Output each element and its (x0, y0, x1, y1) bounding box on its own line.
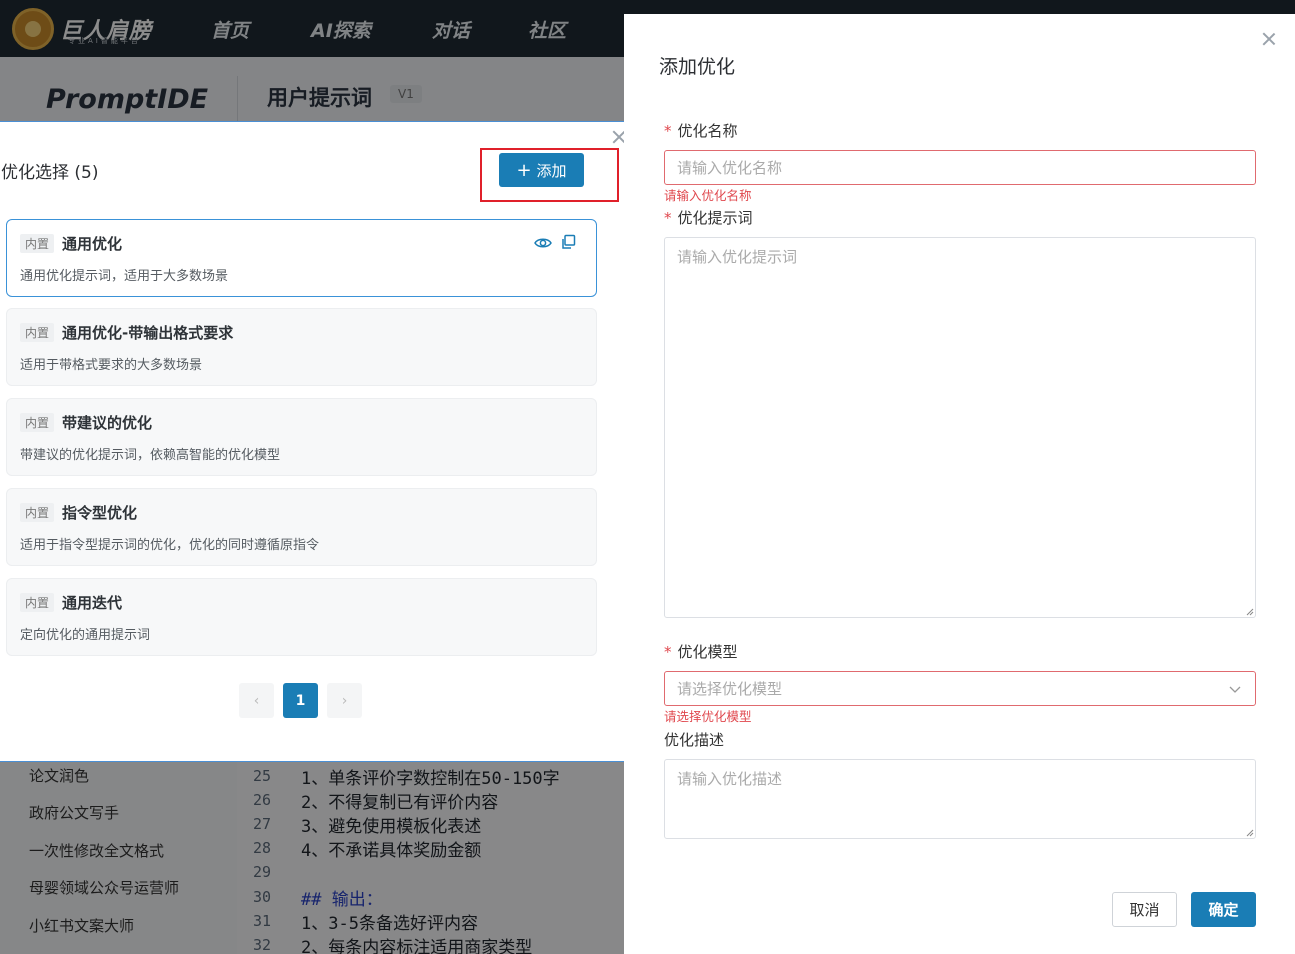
label-text: 优化模型 (677, 643, 738, 661)
card-description: 带建议的优化提示词，依赖高智能的优化模型 (20, 448, 281, 463)
optimize-card[interactable]: 内置 带建议的优化 带建议的优化提示词，依赖高智能的优化模型 (6, 398, 597, 476)
add-button[interactable]: + 添加 (499, 153, 584, 187)
model-field-label: * 优化模型 (664, 641, 738, 662)
resize-handle-icon[interactable] (1246, 608, 1254, 616)
desc-field-label: 优化描述 (664, 731, 725, 749)
model-error: 请选择优化模型 (664, 709, 752, 724)
builtin-tag: 内置 (20, 234, 55, 253)
required-mark: * (664, 122, 672, 140)
drawer-title: 添加优化 (659, 56, 736, 78)
optimize-card[interactable]: 内置 通用优化-带输出格式要求 适用于带格式要求的大多数场景 (6, 308, 597, 386)
card-description: 通用优化提示词，适用于大多数场景 (20, 269, 229, 284)
required-mark: * (664, 209, 672, 227)
label-text: 优化提示词 (677, 209, 753, 227)
add-button-label: 添加 (536, 161, 567, 180)
card-title: 通用优化-带输出格式要求 (62, 324, 234, 342)
card-description: 定向优化的通用提示词 (20, 628, 151, 643)
builtin-tag: 内置 (20, 413, 55, 432)
cancel-button[interactable]: 取消 (1112, 892, 1177, 927)
card-title: 带建议的优化 (62, 414, 153, 432)
chevron-down-icon[interactable] (1229, 683, 1241, 695)
pagination-prev-button[interactable]: ‹ (239, 683, 274, 718)
required-mark: * (664, 643, 672, 661)
builtin-tag: 内置 (20, 323, 55, 342)
pagination-page-button[interactable]: 1 (283, 683, 318, 718)
resize-handle-icon[interactable] (1246, 829, 1254, 837)
name-error: 请输入优化名称 (664, 188, 752, 203)
optimize-card[interactable]: 内置 通用迭代 定向优化的通用提示词 (6, 578, 597, 656)
name-field-label: * 优化名称 (664, 120, 738, 141)
label-text: 优化名称 (677, 122, 738, 140)
model-select[interactable]: 请选择优化模型 (664, 671, 1256, 706)
pagination-next-button[interactable]: › (327, 683, 362, 718)
card-title: 指令型优化 (62, 504, 138, 522)
card-title: 通用迭代 (62, 594, 123, 612)
confirm-button[interactable]: 确定 (1191, 892, 1256, 927)
eye-icon[interactable] (534, 234, 552, 252)
prompt-textarea[interactable]: 请输入优化提示词 (664, 237, 1256, 618)
prompt-field-label: * 优化提示词 (664, 207, 753, 228)
modal-title: 优化选择 (5) (1, 163, 99, 183)
card-description: 适用于指令型提示词的优化，优化的同时遵循原指令 (20, 538, 320, 553)
builtin-tag: 内置 (20, 593, 55, 612)
copy-icon[interactable] (560, 234, 576, 250)
plus-icon: + (516, 159, 532, 181)
desc-textarea[interactable]: 请输入优化描述 (664, 759, 1256, 839)
card-description: 适用于带格式要求的大多数场景 (20, 358, 203, 373)
builtin-tag: 内置 (20, 503, 55, 522)
card-title: 通用优化 (62, 235, 123, 253)
optimize-card[interactable]: 内置 通用优化 通用优化提示词，适用于大多数场景 (6, 219, 597, 297)
close-icon[interactable] (1262, 32, 1276, 46)
optimize-card[interactable]: 内置 指令型优化 适用于指令型提示词的优化，优化的同时遵循原指令 (6, 488, 597, 566)
name-input[interactable]: 请输入优化名称 (664, 150, 1256, 185)
